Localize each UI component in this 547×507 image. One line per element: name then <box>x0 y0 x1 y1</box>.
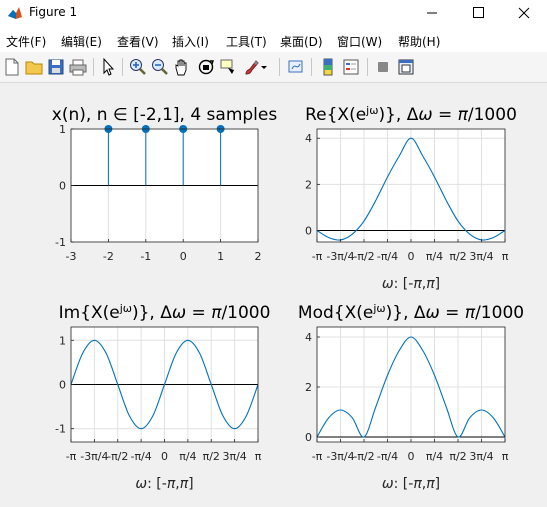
save-icon[interactable] <box>46 57 66 77</box>
x-tick-label: π/2 <box>203 450 220 463</box>
menu-bar: 文件(F) 编辑(E) 查看(V) 插入(I) 工具(T) 桌面(D) 窗口(W… <box>0 26 547 52</box>
toolbar-separator <box>367 58 368 76</box>
x-tick-label: -π <box>312 450 323 463</box>
x-tick-label: -π/2 <box>353 450 374 463</box>
x-tick-label: 2 <box>255 250 262 263</box>
maximize-button[interactable] <box>455 0 501 26</box>
menu-edit[interactable]: 编辑(E) <box>61 33 102 50</box>
y-tick-label: 1 <box>59 334 66 347</box>
menu-desktop[interactable]: 桌面(D) <box>280 33 323 50</box>
x-tick-label: 0 <box>408 250 415 263</box>
legend-icon[interactable] <box>341 57 361 77</box>
y-tick-label: 4 <box>305 331 312 344</box>
x-tick-label: 0 <box>180 250 187 263</box>
link-plot-icon[interactable] <box>286 57 306 77</box>
x-axis-label: ω: [-π,π] <box>382 276 440 292</box>
x-tick-label: π/4 <box>179 450 196 463</box>
rotate-3d-icon[interactable] <box>196 57 216 77</box>
x-tick-label: π <box>255 450 262 463</box>
zoom-in-icon[interactable] <box>128 57 148 77</box>
x-tick-label: -π <box>66 450 77 463</box>
chart-4: -π -3π/4-π/2 -π/4 0 π/4 π/2 3π/4 π 0 2 4 Mod{X(ejω)… <box>298 302 524 493</box>
x-tick-label: π/2 <box>449 250 466 263</box>
x-tick-label: -π/2 <box>353 250 374 263</box>
x-tick-label: -3π/4 <box>80 450 108 463</box>
maximize-icon <box>473 7 484 18</box>
menu-view[interactable]: 查看(V) <box>117 33 159 50</box>
window-title: Figure 1 <box>29 5 78 19</box>
x-tick-label: 0 <box>408 450 415 463</box>
menu-help[interactable]: 帮助(H) <box>398 33 440 50</box>
toolbar <box>0 52 547 83</box>
x-tick-label: -π/4 <box>377 250 398 263</box>
new-file-icon[interactable] <box>2 57 22 77</box>
brush-dropdown-icon[interactable] <box>259 57 269 77</box>
menu-tools[interactable]: 工具(T) <box>226 33 267 50</box>
x-tick-label: 1 <box>217 250 224 263</box>
y-tick-label: 0 <box>59 180 66 193</box>
pan-hand-icon[interactable] <box>172 57 192 77</box>
x-tick-label: -1 <box>140 250 151 263</box>
data-cursor-icon[interactable] <box>219 57 239 77</box>
chart-title: Re{X(ejω)}, Δω = π/1000 <box>305 104 517 126</box>
minimize-button[interactable] <box>409 0 455 26</box>
toolbar-separator <box>311 58 312 76</box>
x-tick-label: -π <box>312 250 323 263</box>
y-tick-label: 0 <box>59 379 66 392</box>
menu-file[interactable]: 文件(F) <box>6 33 46 50</box>
close-icon <box>518 7 530 19</box>
minimize-icon <box>427 12 437 14</box>
title-bar: Figure 1 <box>0 0 547 26</box>
menu-window[interactable]: 窗口(W) <box>337 33 382 50</box>
x-axis-label: ω: [-π,π] <box>382 476 440 492</box>
x-tick-label: π/2 <box>449 450 466 463</box>
chart-title: x(n), n ∈ [-2,1], 4 samples <box>52 105 278 125</box>
y-tick-label: 4 <box>305 132 312 145</box>
y-tick-label: 0 <box>305 431 312 444</box>
menu-insert[interactable]: 插入(I) <box>172 33 209 50</box>
chart-title: Mod{X(ejω)}, Δω = π/1000 <box>298 302 524 324</box>
y-tick-label: 0 <box>305 224 312 237</box>
x-tick-label: 0 <box>161 450 168 463</box>
x-tick-label: -2 <box>103 250 114 263</box>
x-tick-label: -3π/4 <box>326 450 354 463</box>
x-tick-label: 3π/4 <box>469 250 493 263</box>
figure-plots: -3 -2 -1 0 1 2 -1 0 1 x(n), n ∈ [-2,1], 4 samples… <box>52 104 524 493</box>
chart-2: -π -3π/4-π/2 -π/4 0 π/4 π/2 3π/4 π 0 2 4 Re{X(ejω)}… <box>305 104 517 293</box>
chart-title: Im{X(ejω)}, Δω = π/1000 <box>59 302 271 324</box>
x-tick-label: -3 <box>66 250 77 263</box>
x-axis-label: ω: [-π,π] <box>135 476 193 492</box>
matlab-logo-icon <box>8 7 22 19</box>
x-tick-label: π/4 <box>426 450 443 463</box>
x-tick-label: π/4 <box>426 250 443 263</box>
x-tick-label: 3π/4 <box>469 450 493 463</box>
chart-3: -π -3π/4-π/2 -π/4 0 π/4 π/2 3π/4 π -1 0 1 Im{X(ejω)… <box>55 302 270 493</box>
x-tick-label: 3π/4 <box>222 450 246 463</box>
x-tick-label: -π/2 <box>107 450 128 463</box>
x-tick-label: -π/4 <box>377 450 398 463</box>
x-tick-label: -π/4 <box>130 450 151 463</box>
figure-canvas: -3 -2 -1 0 1 2 -1 0 1 x(n), n ∈ [-2,1], 4 samples… <box>0 83 547 503</box>
y-tick-label: 2 <box>305 178 312 191</box>
x-tick-label: π <box>502 450 509 463</box>
x-tick-label: π <box>502 250 509 263</box>
x-tick-label: -3π/4 <box>326 250 354 263</box>
y-tick-label: -1 <box>55 236 66 249</box>
zoom-out-icon[interactable] <box>150 57 170 77</box>
toolbar-separator <box>279 58 280 76</box>
print-icon[interactable] <box>68 57 88 77</box>
toolbar-separator <box>93 58 94 76</box>
chart-1: -3 -2 -1 0 1 2-101x(n), n ∈ [-2,1], 4 samples <box>52 105 278 263</box>
hide-plot-tools-icon[interactable] <box>373 57 393 77</box>
show-plot-tools-icon[interactable] <box>396 57 416 77</box>
pointer-icon[interactable] <box>98 57 118 77</box>
close-button[interactable] <box>501 0 547 26</box>
toolbar-separator <box>122 58 123 76</box>
y-tick-label: 2 <box>305 381 312 394</box>
y-tick-label: -1 <box>55 423 66 436</box>
colorbar-icon[interactable] <box>318 57 338 77</box>
open-folder-icon[interactable] <box>24 57 44 77</box>
